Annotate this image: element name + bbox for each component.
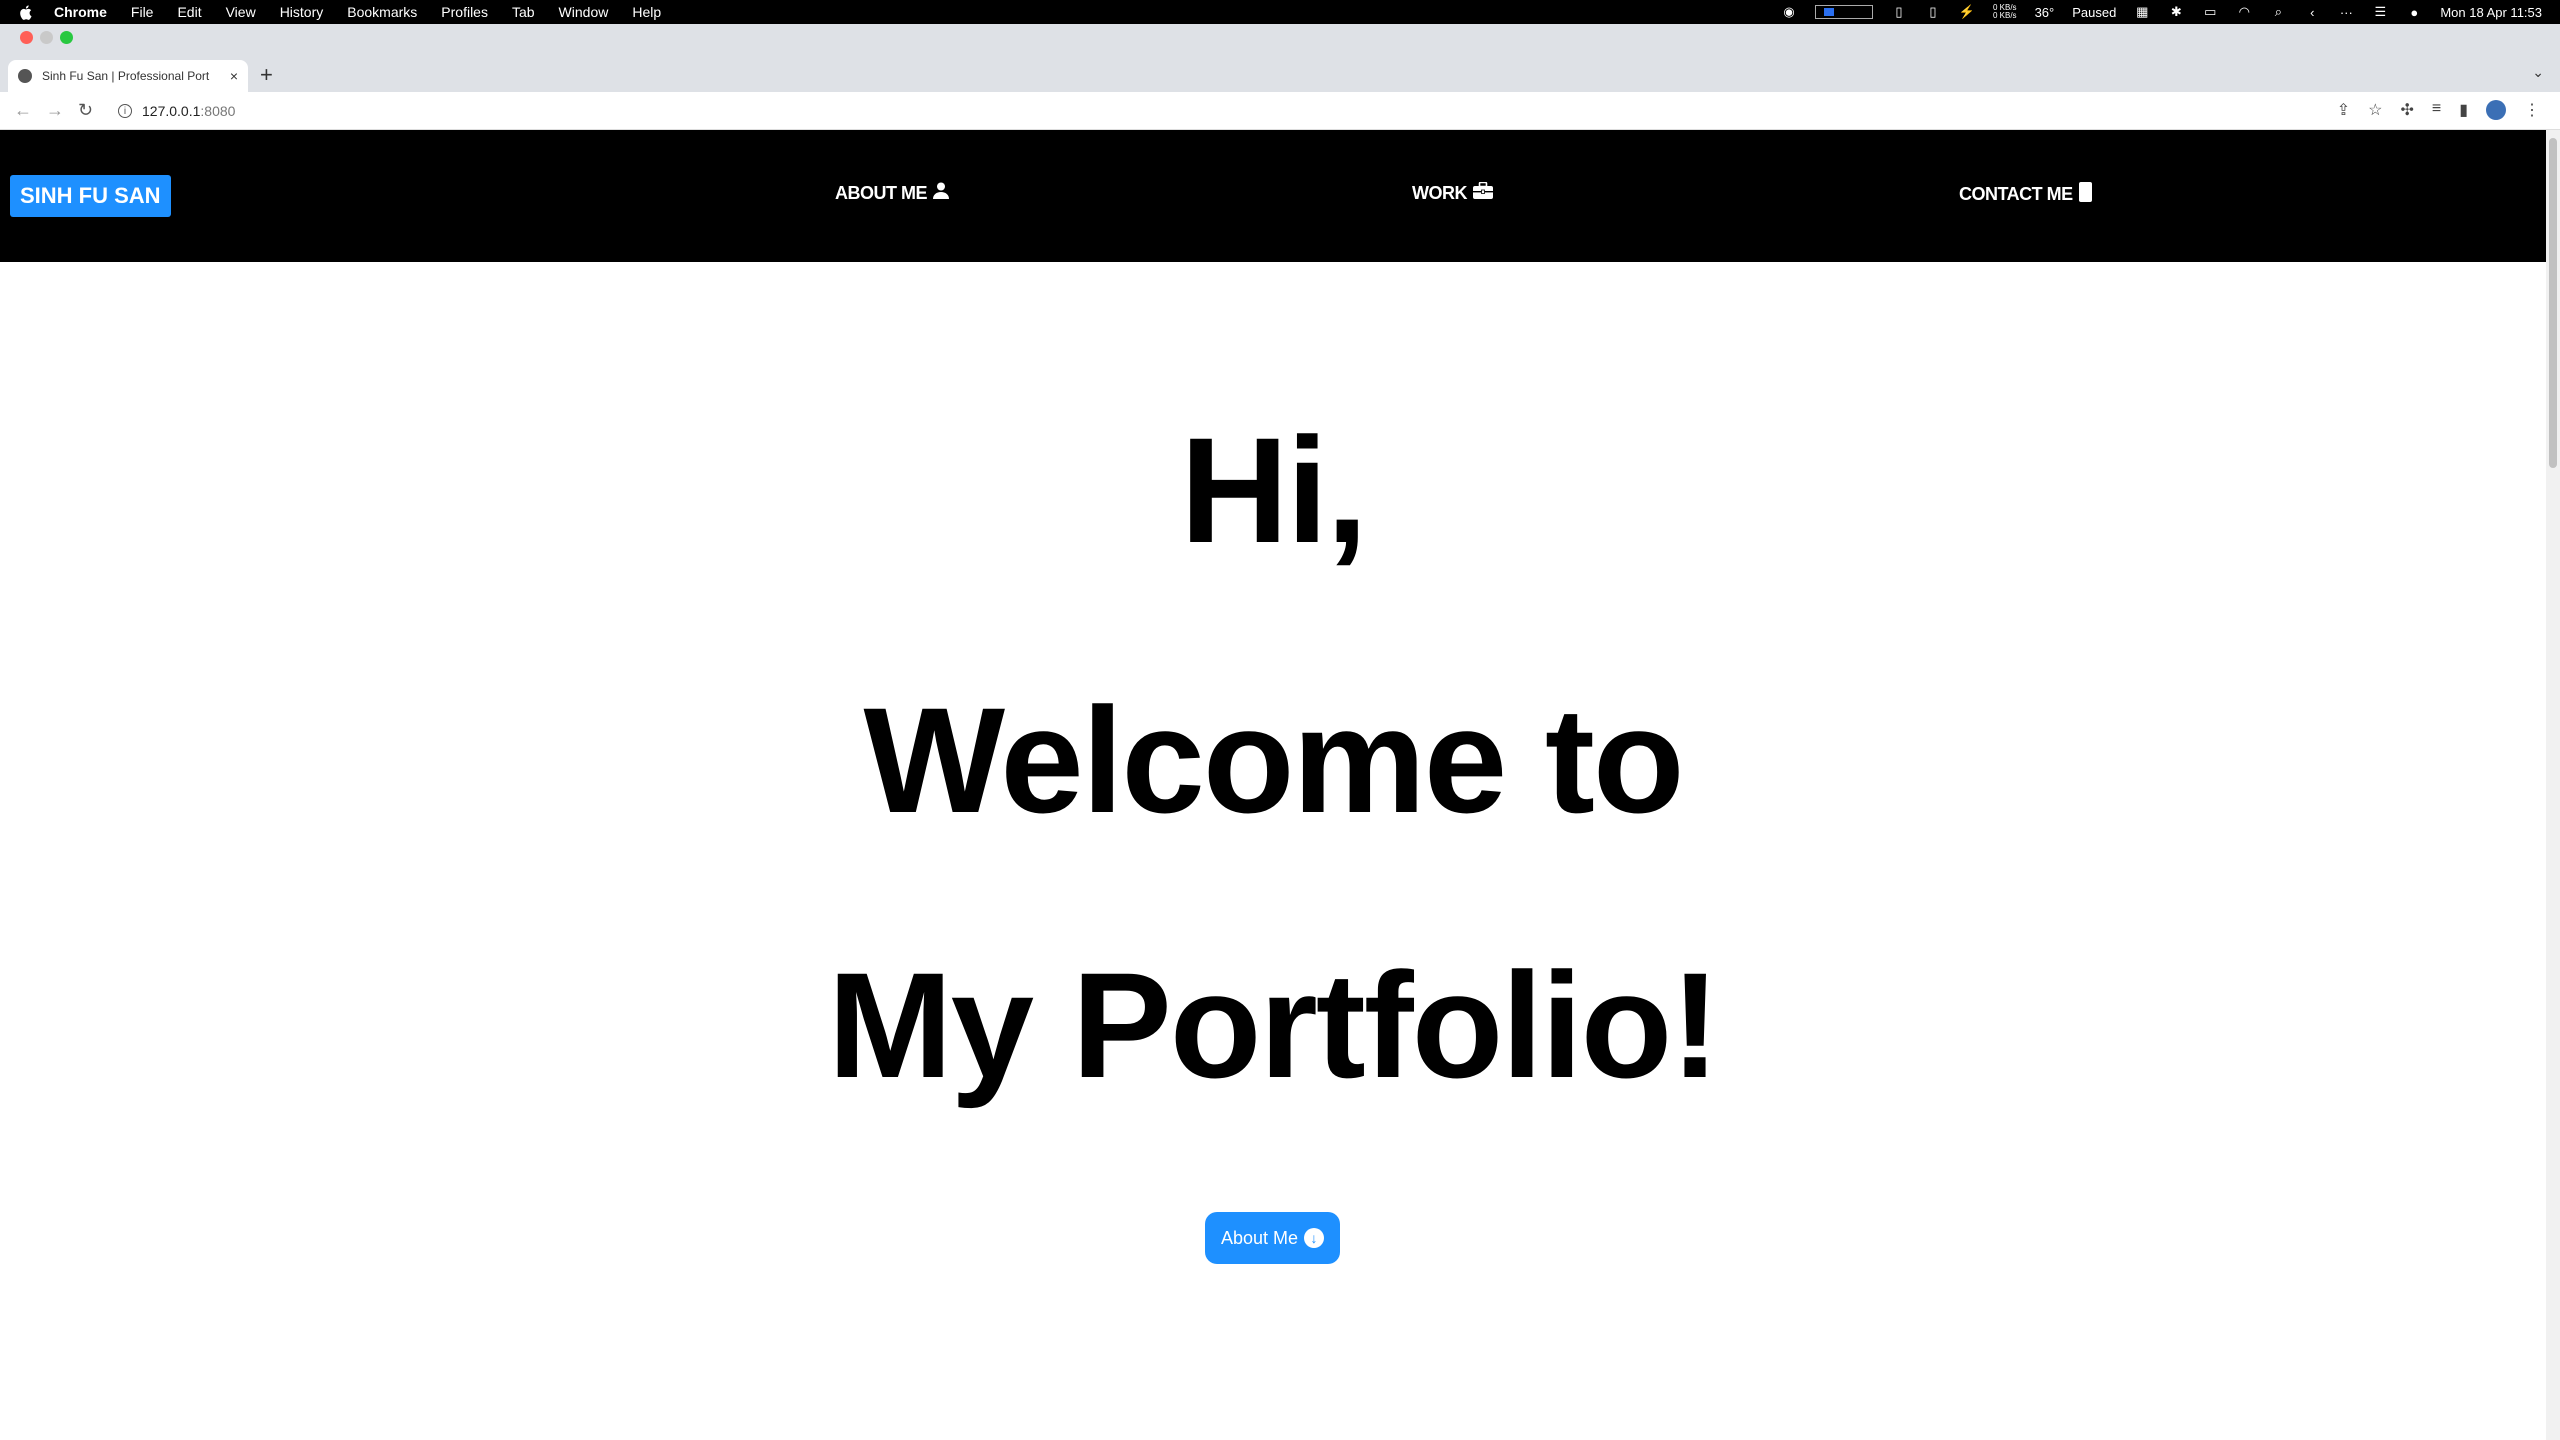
reading-list-icon[interactable]: ≡: [2432, 100, 2441, 120]
menu-history[interactable]: History: [280, 4, 324, 20]
nav-work-label: WORK: [1412, 182, 1468, 203]
toolbar-actions: ⇪ ☆ ✣ ≡ ▮ ⋮: [2337, 100, 2540, 120]
wifi-icon[interactable]: ◠: [2236, 4, 2252, 19]
tab-strip: Sinh Fu San | Professional Port × + ⌄: [0, 52, 2560, 92]
cpu-meter[interactable]: [1814, 5, 1873, 19]
profile-avatar[interactable]: [2486, 100, 2506, 120]
menu-profiles[interactable]: Profiles: [441, 4, 488, 20]
browser-toolbar: ← → ↻ i 127.0.0.1:8080 ⇪ ☆ ✣ ≡ ▮ ⋮: [0, 92, 2560, 130]
user-icon: [933, 182, 949, 204]
battery-icon[interactable]: ▭: [2202, 4, 2218, 19]
site-navbar: SINH FU SAN ABOUT ME WORK CONTACT ME: [0, 130, 2546, 262]
tab-search-chevron-icon[interactable]: ⌄: [2532, 64, 2544, 81]
more-icon[interactable]: ···: [2338, 5, 2354, 20]
globe-icon: [18, 69, 32, 83]
share-icon[interactable]: ⇪: [2337, 100, 2350, 120]
tab-title: Sinh Fu San | Professional Port: [42, 69, 210, 83]
page-viewport: SINH FU SAN ABOUT ME WORK CONTACT ME Hi,…: [0, 130, 2546, 1440]
about-me-button[interactable]: About Me ↓: [1205, 1212, 1340, 1264]
forward-button[interactable]: →: [46, 100, 64, 121]
control-center-icon[interactable]: ☰: [2372, 4, 2388, 19]
menu-tab[interactable]: Tab: [512, 4, 535, 20]
nav-contact-label: CONTACT ME: [1959, 184, 2073, 204]
page-scrollbar[interactable]: [2546, 130, 2560, 1440]
menu-bookmarks[interactable]: Bookmarks: [347, 4, 417, 20]
window-titlebar: [0, 24, 2560, 52]
network-speed[interactable]: 0 KB/s 0 KB/s: [1993, 4, 2017, 20]
memory-icon[interactable]: ▯: [1891, 4, 1907, 19]
window-minimize-button[interactable]: [40, 31, 53, 44]
siri-icon[interactable]: ●: [2406, 5, 2422, 20]
macos-menubar: Chrome File Edit View History Bookmarks …: [0, 0, 2560, 24]
nav-work[interactable]: WORK: [1412, 181, 1493, 204]
hero-heading-line-2: Welcome to: [863, 676, 1684, 844]
new-tab-button[interactable]: +: [260, 62, 273, 88]
back-button[interactable]: ←: [14, 100, 32, 121]
arrow-down-circle-icon: ↓: [1304, 1228, 1325, 1248]
url-host: 127.0.0.1: [142, 103, 201, 119]
temperature-readout[interactable]: 36°: [2035, 5, 2055, 20]
net-down: 0 KB/s: [1992, 11, 2017, 20]
disk-icon[interactable]: ▯: [1925, 4, 1941, 19]
record-icon[interactable]: ◉: [1781, 4, 1797, 19]
menu-edit[interactable]: Edit: [177, 4, 201, 20]
window-close-button[interactable]: [20, 31, 33, 44]
hero-heading-line-1: Hi,: [1180, 406, 1368, 574]
side-panel-icon[interactable]: ▮: [2459, 100, 2468, 120]
extensions-icon[interactable]: ✣: [2400, 100, 2413, 120]
hero-heading-line-3: My Portfolio!: [827, 941, 1721, 1109]
bookmark-star-icon[interactable]: ☆: [2368, 100, 2382, 120]
media-status[interactable]: Paused: [2072, 5, 2116, 20]
brand-logo-link[interactable]: SINH FU SAN: [10, 175, 171, 217]
nav-about-me[interactable]: ABOUT ME: [835, 182, 949, 204]
layout-icon[interactable]: ▦: [2134, 4, 2150, 19]
briefcase-icon: [1473, 181, 1493, 204]
about-me-button-label: About Me: [1220, 1227, 1299, 1248]
scrollbar-thumb[interactable]: [2549, 138, 2557, 468]
close-icon[interactable]: ×: [230, 68, 238, 84]
apple-icon[interactable]: [18, 4, 32, 20]
browser-tab-active[interactable]: Sinh Fu San | Professional Port ×: [8, 60, 248, 92]
menu-app-chrome[interactable]: Chrome: [54, 4, 107, 20]
site-info-icon[interactable]: i: [118, 104, 132, 118]
phone-icon: [2078, 182, 2092, 207]
menu-view[interactable]: View: [226, 4, 256, 20]
reload-button[interactable]: ↻: [78, 100, 93, 121]
url-port: :8080: [200, 103, 236, 119]
address-bar[interactable]: i 127.0.0.1:8080: [108, 96, 2378, 126]
menu-window[interactable]: Window: [559, 4, 609, 20]
nav-contact-me[interactable]: CONTACT ME: [1959, 182, 2092, 207]
search-icon[interactable]: ⌕: [2270, 4, 2286, 19]
chrome-menu-icon[interactable]: ⋮: [2524, 100, 2540, 120]
menu-file[interactable]: File: [131, 4, 154, 20]
nav-about-label: ABOUT ME: [835, 182, 928, 203]
menubar-status-area: ◉ ▯ ▯ ⚡ 0 KB/s 0 KB/s 36° Paused ▦ ✱ ▭ ◠…: [1781, 4, 2542, 20]
chevron-left-icon[interactable]: ‹: [2304, 5, 2320, 20]
bluetooth-icon[interactable]: ✱: [2168, 4, 2184, 19]
menubar-clock[interactable]: Mon 18 Apr 11:53: [2440, 5, 2542, 20]
sensor-icon[interactable]: ⚡: [1959, 4, 1975, 19]
window-maximize-button[interactable]: [60, 31, 73, 44]
menu-help[interactable]: Help: [632, 4, 661, 20]
